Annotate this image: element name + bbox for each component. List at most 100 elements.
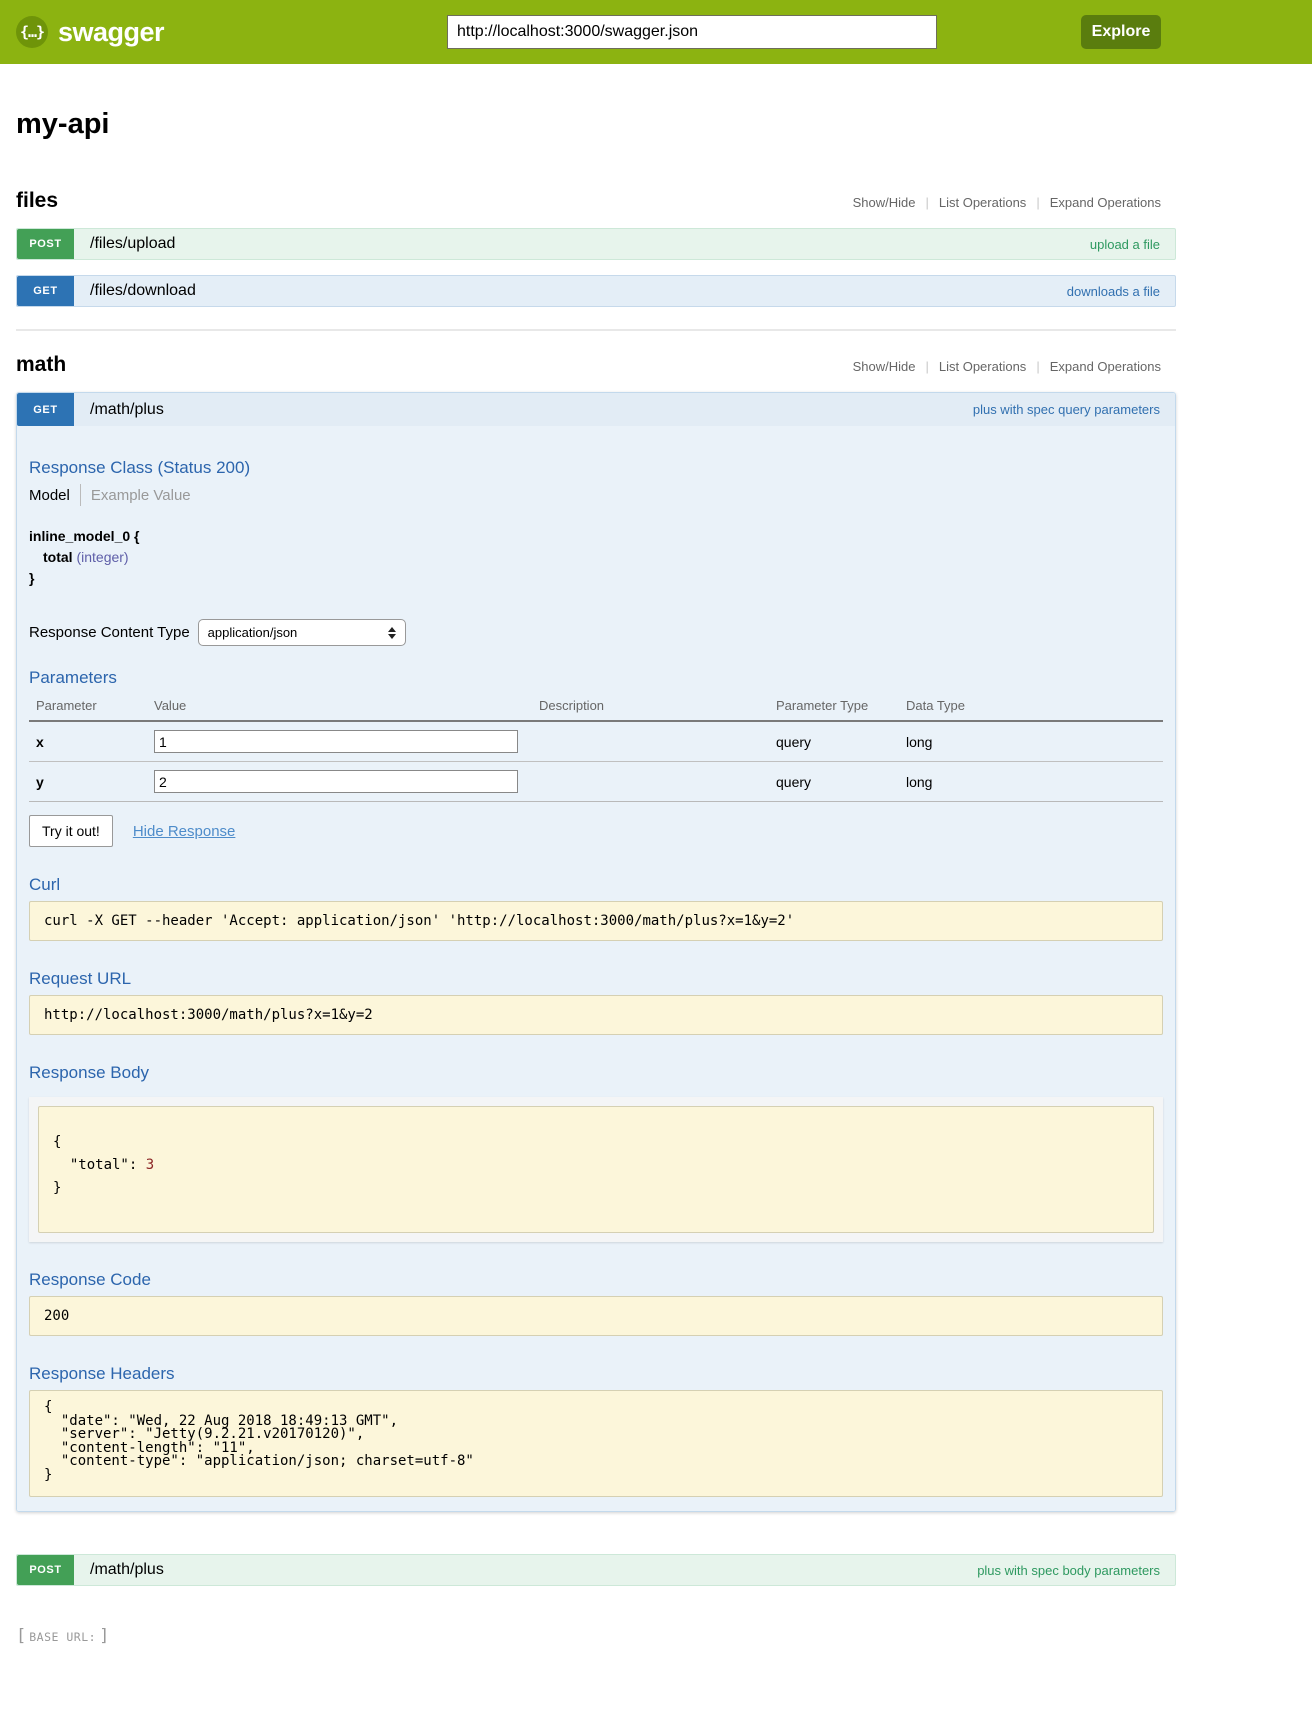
link-separator: | [1036, 195, 1039, 210]
col-description: Description [539, 694, 776, 721]
resource-math-title[interactable]: math [16, 353, 66, 377]
footer-bracket-close: ] [99, 1626, 109, 1646]
response-content-type-label: Response Content Type [29, 624, 190, 641]
resource-math-links: Show/Hide | List Operations | Expand Operati… [853, 359, 1176, 374]
parameters-heading: Parameters [29, 668, 1163, 688]
col-data-type: Data Type [906, 694, 1163, 721]
curl-command: curl -X GET --header 'Accept: applicatio… [29, 901, 1163, 941]
response-content-type-row: Response Content Type application/json [29, 619, 1163, 646]
request-url-heading: Request URL [29, 969, 1163, 989]
op-path-math-get-plus[interactable]: /math/plus [90, 401, 164, 419]
parameters-table: Parameter Value Description Parameter Ty… [29, 694, 1163, 802]
model-property-name: total [43, 549, 73, 565]
swagger-logo-icon: {…} [16, 16, 48, 48]
resource-math-head: math Show/Hide | List Operations | Expand Op… [16, 353, 1176, 377]
response-body-json: { "total": 3 } [38, 1106, 1154, 1233]
col-parameter: Parameter [29, 694, 154, 721]
link-separator: | [925, 359, 928, 374]
swagger-logo-text: swagger [58, 17, 164, 48]
op-panel-math-get-plus: GET /math/plus plus with spec query para… [16, 392, 1176, 1512]
param-data-type-y: long [906, 762, 1163, 802]
op-path-files-download[interactable]: /files/download [90, 282, 196, 300]
footer-bracket-open: [ [16, 1626, 26, 1646]
response-class-heading: Response Class (Status 200) [29, 458, 1163, 478]
api-title: my-api [16, 108, 1176, 141]
footer-base-url-label: BASE URL: [26, 1630, 99, 1644]
response-code-value: 200 [29, 1296, 1163, 1336]
response-class-tabs: Model Example Value [29, 484, 1163, 506]
request-url-value: http://localhost:3000/math/plus?x=1&y=2 [29, 995, 1163, 1035]
col-parameter-type: Parameter Type [776, 694, 906, 721]
try-row: Try it out! Hide Response [29, 815, 1163, 847]
param-value-input-y[interactable] [154, 770, 518, 793]
swagger-logo-link[interactable]: {…} swagger [16, 0, 164, 64]
topbar: {…} swagger Explore [0, 0, 1312, 64]
model-close: } [29, 568, 1163, 589]
link-separator: | [1036, 359, 1039, 374]
param-name-x: x [29, 721, 154, 762]
list-operations-link[interactable]: List Operations [939, 359, 1026, 374]
response-body-json-number: 3 [146, 1157, 154, 1173]
op-summary-files-download[interactable]: downloads a file [1067, 284, 1160, 299]
response-body-json-open: { "total": [53, 1134, 146, 1173]
explore-button[interactable]: Explore [1081, 15, 1161, 49]
param-data-type-x: long [906, 721, 1163, 762]
hide-response-link[interactable]: Hide Response [133, 823, 236, 840]
model-open: inline_model_0 { [29, 526, 1163, 547]
response-content-type-value: application/json [208, 625, 298, 640]
content-wrap: my-api files Show/Hide | List Operations | E… [16, 108, 1176, 1586]
show-hide-link[interactable]: Show/Hide [853, 359, 916, 374]
op-row-files-upload[interactable]: POST /files/upload upload a file [16, 228, 1176, 260]
get-method-badge: GET [17, 276, 74, 306]
op-path-math-post-plus[interactable]: /math/plus [90, 1561, 164, 1579]
parameter-row-y: y query long [29, 762, 1163, 802]
response-body-json-close: } [53, 1180, 61, 1196]
curl-heading: Curl [29, 875, 1163, 895]
parameter-row-x: x query long [29, 721, 1163, 762]
param-description-y [539, 762, 776, 802]
param-description-x [539, 721, 776, 762]
op-summary-math-post-plus[interactable]: plus with spec body parameters [977, 1563, 1160, 1578]
resource-math: math Show/Hide | List Operations | Expand Op… [16, 353, 1176, 1586]
op-row-files-download[interactable]: GET /files/download downloads a file [16, 275, 1176, 307]
get-method-badge: GET [17, 393, 74, 426]
resource-files-title[interactable]: files [16, 189, 58, 213]
footer-base-url: [BASE URL:] [16, 1626, 1312, 1646]
param-name-y: y [29, 762, 154, 802]
op-summary-files-upload[interactable]: upload a file [1090, 237, 1160, 252]
tab-model[interactable]: Model [29, 487, 70, 504]
model-property: total (integer) [29, 547, 1163, 568]
param-type-x: query [776, 721, 906, 762]
response-headers-json: { "date": "Wed, 22 Aug 2018 18:49:13 GMT… [29, 1390, 1163, 1497]
col-value: Value [154, 694, 539, 721]
spec-url-input[interactable] [447, 15, 937, 49]
resource-files-head: files Show/Hide | List Operations | Expand O… [16, 189, 1176, 213]
model-property-type: (integer) [76, 549, 128, 565]
response-code-heading: Response Code [29, 1270, 1163, 1290]
resource-files-links: Show/Hide | List Operations | Expand Operati… [853, 195, 1176, 210]
link-separator: | [925, 195, 928, 210]
post-method-badge: POST [17, 1555, 74, 1585]
response-content-type-select[interactable]: application/json [198, 619, 406, 646]
op-row-math-post-plus[interactable]: POST /math/plus plus with spec body para… [16, 1554, 1176, 1586]
param-value-input-x[interactable] [154, 730, 518, 753]
model-signature: inline_model_0 { total (integer) } [29, 526, 1163, 589]
expand-operations-link[interactable]: Expand Operations [1050, 359, 1161, 374]
expand-operations-link[interactable]: Expand Operations [1050, 195, 1161, 210]
param-type-y: query [776, 762, 906, 802]
tab-divider [80, 484, 81, 506]
try-it-out-button[interactable]: Try it out! [29, 815, 113, 847]
op-content: Response Class (Status 200) Model Exampl… [17, 426, 1175, 1511]
op-row-math-get-plus[interactable]: GET /math/plus plus with spec query para… [17, 393, 1175, 426]
parameters-header-row: Parameter Value Description Parameter Ty… [29, 694, 1163, 721]
select-arrows-icon [388, 627, 396, 639]
op-summary-math-get-plus[interactable]: plus with spec query parameters [973, 402, 1160, 417]
list-operations-link[interactable]: List Operations [939, 195, 1026, 210]
response-body-wrap: { "total": 3 } [29, 1097, 1163, 1242]
op-path-files-upload[interactable]: /files/upload [90, 235, 175, 253]
resource-files: files Show/Hide | List Operations | Expand O… [16, 189, 1176, 331]
post-method-badge: POST [17, 229, 74, 259]
response-headers-heading: Response Headers [29, 1364, 1163, 1384]
tab-example-value[interactable]: Example Value [91, 487, 191, 504]
show-hide-link[interactable]: Show/Hide [853, 195, 916, 210]
